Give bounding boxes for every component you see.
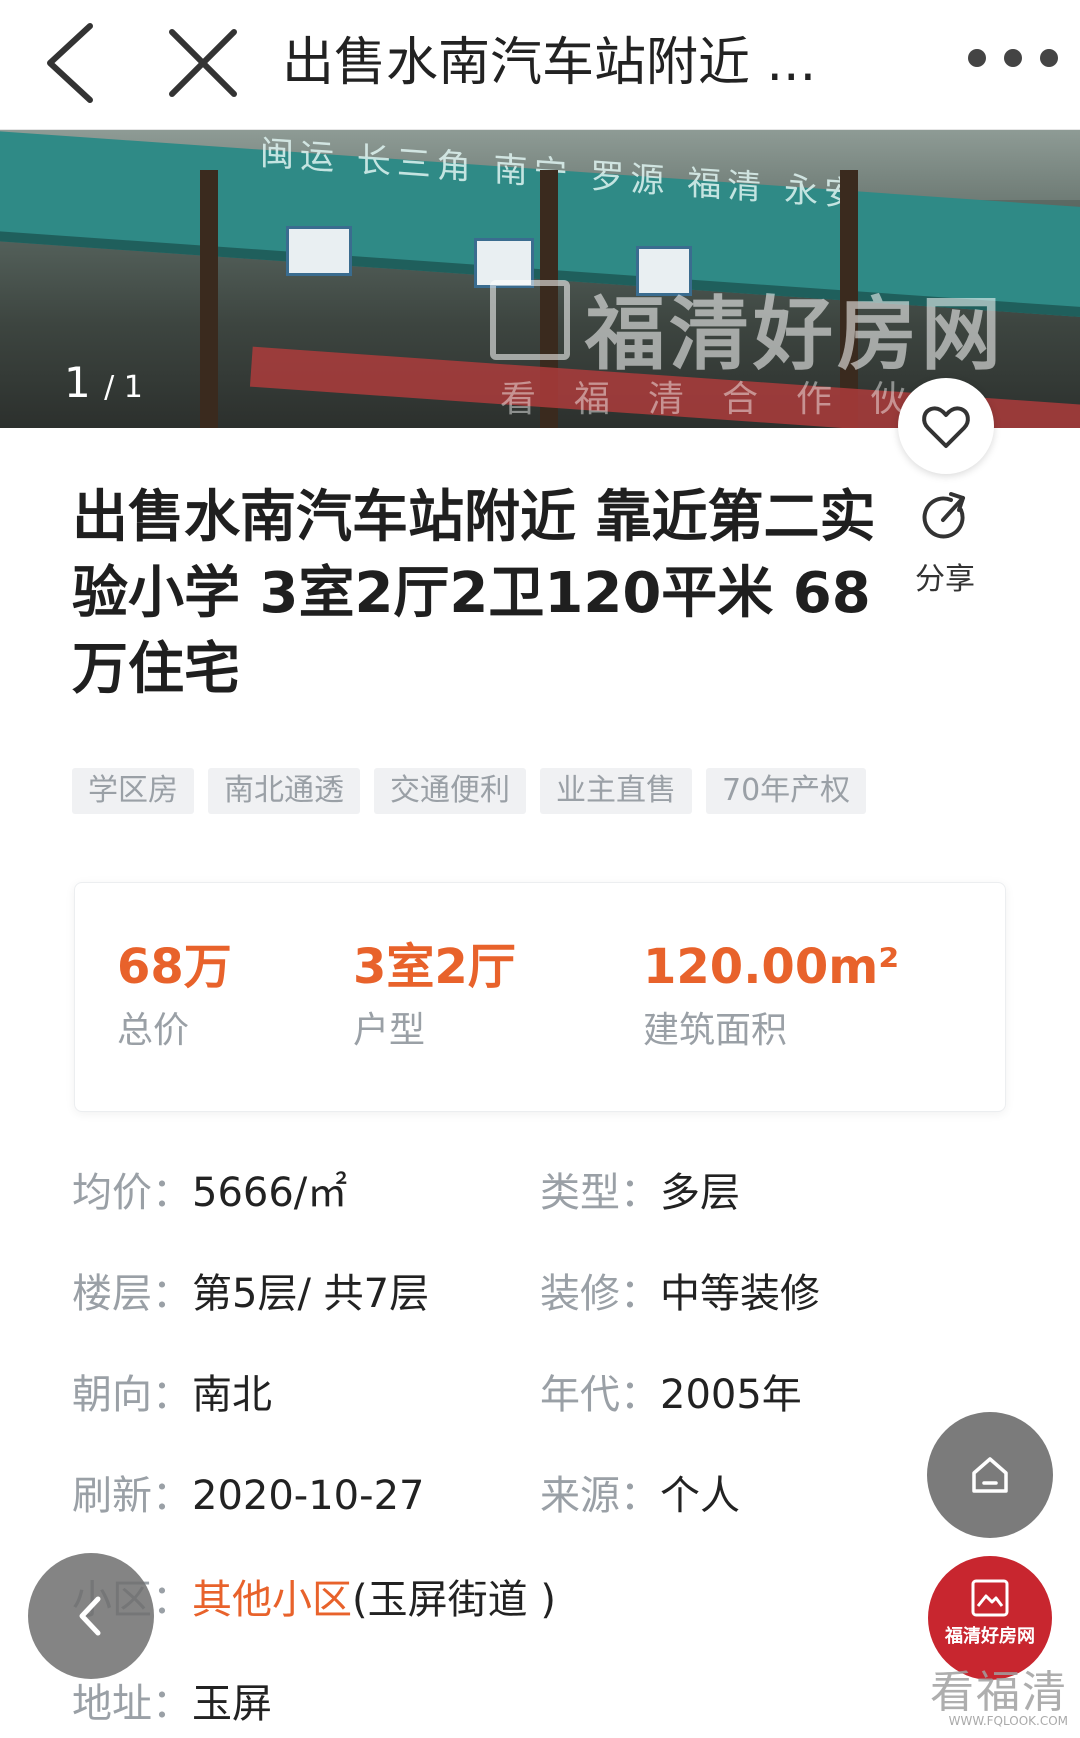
- share-button[interactable]: 分享: [900, 490, 990, 598]
- key-fact-label: 总价: [117, 1010, 190, 1051]
- bay-sign: [286, 226, 352, 276]
- tag: 业主直售: [540, 768, 692, 814]
- key-fact-layout: 3室2厅 户型: [353, 939, 516, 1057]
- dot-icon: [1004, 49, 1022, 67]
- home-button[interactable]: [927, 1412, 1053, 1538]
- tag-list: 学区房 南北通透 交通便利 业主直售 70年产权: [72, 768, 867, 814]
- tag: 南北通透: [208, 768, 360, 814]
- close-button[interactable]: [158, 18, 248, 108]
- detail-key: 来源：: [540, 1473, 660, 1519]
- listing-photo[interactable]: 闽运 长三角 南宁 罗源 福清 永安 福清好房网 看福清合作伙 1 / 1: [0, 130, 1080, 428]
- detail-key: 年代：: [540, 1372, 660, 1418]
- key-fact-value: 120.00m²: [643, 939, 900, 995]
- detail-decoration: 装修：中等装修: [540, 1266, 820, 1322]
- detail-key: 地址：: [72, 1681, 192, 1727]
- community-link[interactable]: 其他小区: [192, 1577, 352, 1623]
- heart-icon: [922, 406, 970, 448]
- back-button[interactable]: [28, 18, 118, 108]
- detail-avg-price: 均价：5666/㎡: [72, 1165, 347, 1221]
- detail-key: 楼层：: [72, 1271, 192, 1317]
- key-fact-area: 120.00m² 建筑面积: [643, 939, 899, 1057]
- detail-source: 来源：个人: [540, 1468, 740, 1524]
- detail-key: 均价：: [72, 1170, 192, 1216]
- chevron-left-icon: [47, 23, 93, 103]
- detail-value: 2005年: [660, 1372, 802, 1418]
- photo-pillar: [200, 170, 218, 428]
- favorite-button[interactable]: [898, 378, 994, 474]
- nav-title: 出售水南汽车站附近 ...: [282, 33, 817, 93]
- detail-type: 类型：多层: [540, 1165, 740, 1221]
- detail-refresh: 刷新：2020-10-27: [72, 1468, 424, 1524]
- listing-title: 出售水南汽车站附近 靠近第二实验小学 3室2厅2卫120平米 68万住宅: [72, 485, 876, 702]
- detail-key: 类型：: [540, 1170, 660, 1216]
- key-fact-label: 建筑面积: [643, 1010, 788, 1051]
- home-icon: [972, 1457, 1008, 1493]
- share-label: 分享: [915, 562, 975, 597]
- detail-key: 装修：: [540, 1271, 660, 1317]
- photo-counter-total: / 1: [104, 370, 143, 405]
- detail-address: 地址：玉屏: [72, 1676, 272, 1732]
- key-fact-label: 户型: [353, 1010, 426, 1051]
- watermark-house-icon: [490, 280, 570, 360]
- detail-key: 朝向：: [72, 1372, 192, 1418]
- tag: 70年产权: [706, 768, 867, 814]
- key-fact-total-price: 68万 总价: [117, 939, 232, 1057]
- key-fact-value: 68万: [117, 939, 232, 995]
- tag: 学区房: [72, 768, 194, 814]
- detail-floor: 楼层：第5层/ 共7层: [72, 1266, 429, 1322]
- dot-icon: [1040, 49, 1058, 67]
- key-fact-value: 3室2厅: [353, 939, 516, 995]
- photo-counter: 1 / 1: [64, 358, 143, 408]
- detail-value: 2020-10-27: [192, 1473, 425, 1519]
- detail-value: 个人: [660, 1473, 740, 1519]
- house-logo-icon: [971, 1579, 1009, 1617]
- detail-value: 中等装修: [660, 1271, 820, 1317]
- photo-counter-current: 1: [64, 358, 91, 407]
- tag: 交通便利: [374, 768, 526, 814]
- detail-value: 5666/㎡: [192, 1170, 348, 1216]
- corner-watermark: 看福清 WWW.FQLOOK.COM: [918, 1656, 1068, 1736]
- chevron-left-icon: [79, 1596, 101, 1636]
- detail-value: 玉屏: [192, 1681, 272, 1727]
- top-nav-bar: 出售水南汽车站附近 ...: [0, 0, 1080, 130]
- detail-value: 南北: [192, 1372, 272, 1418]
- detail-orientation: 朝向：南北: [72, 1367, 272, 1423]
- detail-year: 年代：2005年: [540, 1367, 802, 1423]
- close-icon: [169, 29, 237, 97]
- previous-page-button[interactable]: [28, 1553, 154, 1679]
- dot-icon: [968, 49, 986, 67]
- detail-value: (玉屏街道 ): [352, 1577, 556, 1623]
- brand-badge-name: 福清好房网: [945, 1626, 1035, 1647]
- detail-value: 第5层/ 共7层: [192, 1271, 430, 1317]
- share-icon: [922, 492, 965, 539]
- photo-watermark: 福清好房网: [585, 288, 1005, 381]
- detail-key: 刷新：: [72, 1473, 192, 1519]
- key-facts-card: 68万 总价 3室2厅 户型 120.00m² 建筑面积: [74, 882, 1006, 1112]
- corner-watermark-text: 看福清: [930, 1667, 1068, 1718]
- detail-value: 多层: [660, 1170, 740, 1216]
- more-options-button[interactable]: [968, 38, 1058, 78]
